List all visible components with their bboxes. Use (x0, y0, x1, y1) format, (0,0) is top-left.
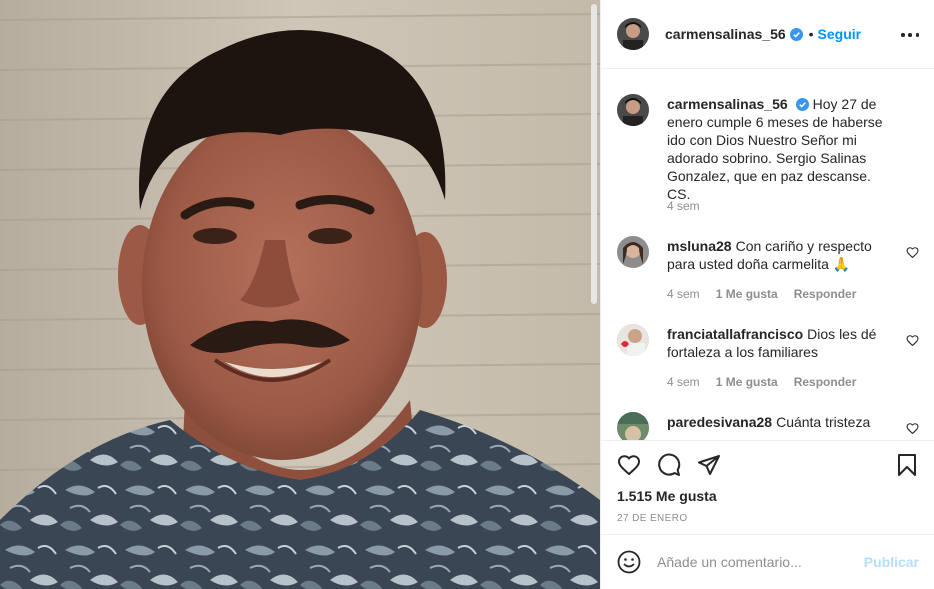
comment-time[interactable]: 4 sem (667, 375, 700, 389)
caption-username[interactable]: carmensalinas_56 (667, 96, 788, 112)
add-comment-bar: Publicar (601, 534, 934, 589)
share-icon[interactable] (697, 453, 721, 477)
scrollbar-thumb[interactable] (591, 4, 597, 304)
emoji-icon[interactable] (617, 550, 641, 574)
more-options-icon[interactable] (901, 26, 919, 44)
caption-meta: 4 sem (667, 199, 700, 213)
caption-time[interactable]: 4 sem (667, 199, 700, 213)
comment-avatar[interactable] (617, 324, 649, 356)
comment-item: msluna28 Con cariño y respecto para usted… (617, 236, 919, 311)
comment-username[interactable]: paredesivana28 (667, 414, 772, 430)
reply-button[interactable]: Responder (794, 287, 857, 301)
comment-like-heart-icon[interactable] (906, 422, 919, 435)
post-actions: 1.515 Me gusta 27 DE ENERO (601, 440, 934, 534)
bookmark-icon[interactable] (895, 453, 919, 477)
post-photo[interactable] (0, 0, 600, 589)
comment-body: paredesivana28 Cuánta tristeza (667, 413, 893, 431)
comment-body: msluna28 Con cariño y respecto para usted… (667, 237, 893, 273)
verified-badge-icon (795, 98, 809, 111)
comment-body: franciatallafrancisco Dios les dé fortale… (667, 325, 893, 361)
comment-likes[interactable]: 1 Me gusta (716, 375, 778, 389)
post-header: carmensalinas_56 • Seguir (601, 0, 934, 69)
follow-button[interactable]: Seguir (818, 26, 862, 42)
comment-icon[interactable] (657, 453, 681, 477)
photo-scrollbar[interactable] (588, 0, 600, 589)
comment-username[interactable]: franciatallafrancisco (667, 326, 803, 342)
comment-input[interactable] (657, 554, 857, 570)
caption: carmensalinas_56 Hoy 27 de enero cumple 6… (617, 94, 919, 224)
publish-button[interactable]: Publicar (864, 554, 919, 570)
post-image (0, 0, 600, 589)
caption-body: carmensalinas_56 Hoy 27 de enero cumple 6… (667, 95, 893, 203)
author-username[interactable]: carmensalinas_56 (665, 26, 786, 42)
heart-icon[interactable] (617, 453, 641, 477)
comment-like-heart-icon[interactable] (906, 246, 919, 259)
separator-dot: • (808, 26, 814, 42)
comment-avatar[interactable] (617, 412, 649, 440)
comment-meta: 4 sem 1 Me gusta Responder (667, 287, 856, 301)
comments-list[interactable]: carmensalinas_56 Hoy 27 de enero cumple 6… (601, 70, 934, 440)
post-side-panel: carmensalinas_56 • Seguir carmensalinas_… (600, 0, 934, 589)
comment-username[interactable]: msluna28 (667, 238, 732, 254)
comment-text: Cuánta tristeza (776, 414, 871, 430)
verified-badge-icon (789, 27, 803, 41)
comment-like-heart-icon[interactable] (906, 334, 919, 347)
reply-button[interactable]: Responder (794, 375, 857, 389)
author-avatar[interactable] (617, 18, 649, 50)
comment-likes[interactable]: 1 Me gusta (716, 287, 778, 301)
post-date[interactable]: 27 DE ENERO (617, 513, 688, 524)
comment-time[interactable]: 4 sem (667, 287, 700, 301)
caption-avatar[interactable] (617, 94, 649, 126)
comment-meta: 4 sem 1 Me gusta Responder (667, 375, 856, 389)
comment-avatar[interactable] (617, 236, 649, 268)
likes-count[interactable]: 1.515 Me gusta (617, 488, 717, 504)
comment-item: franciatallafrancisco Dios les dé fortale… (617, 324, 919, 399)
comment-item: paredesivana28 Cuánta tristeza (617, 412, 919, 440)
